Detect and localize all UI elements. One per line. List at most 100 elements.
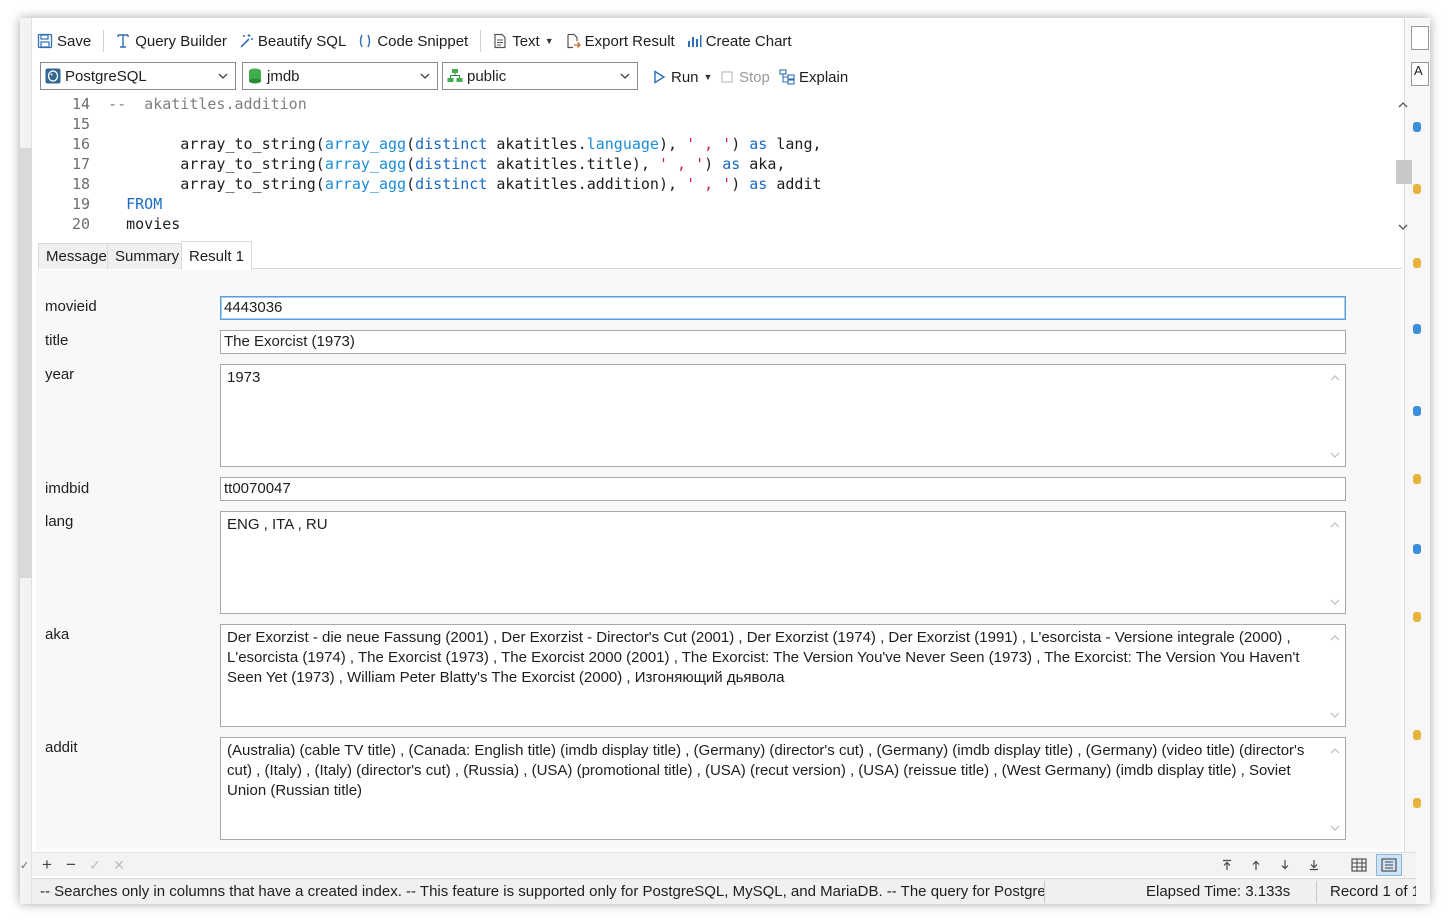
movieid-field[interactable]: 4443036 [220,296,1346,320]
last-record-icon[interactable] [1305,856,1323,874]
result-tabs: Message Summary Result 1 [38,241,1402,270]
code-line[interactable]: 15 [50,114,108,134]
stop-button[interactable]: Stop [714,64,774,90]
imdbid-field[interactable]: tt0070047 [220,477,1346,501]
text-output-button[interactable]: Text ▼ [487,28,557,54]
textarea-scrollbar[interactable] [1329,631,1341,721]
schema-icon [447,68,463,84]
code-token: array_agg [324,155,407,173]
play-icon [650,68,668,86]
magic-wand-icon [237,32,255,50]
title-field[interactable]: The Exorcist (1973) [220,330,1346,354]
code-snippet-button[interactable]: Code Snippet [352,28,472,54]
scroll-down-icon[interactable] [1397,222,1409,232]
previous-record-icon[interactable] [1247,856,1265,874]
code-token: -- akatitles.addition [108,95,307,113]
field-label-movieid: movieid [45,298,97,315]
side-item-icon[interactable] [1413,184,1421,194]
code-token: FROM [108,195,163,213]
side-item-icon[interactable] [1413,258,1421,268]
status-message: -- Searches only in columns that have a … [40,883,1044,900]
code-token: akatitles. [487,135,587,153]
create-chart-button[interactable]: Create Chart [681,28,796,54]
code-line[interactable]: 16 array_to_string(array_agg(distinct ak… [50,134,822,154]
code-token: ( [406,135,416,153]
side-item-icon[interactable] [1413,474,1421,484]
record-position: Record 1 of 1 [1330,883,1416,900]
side-item-icon[interactable] [1413,324,1421,334]
run-button[interactable]: Run ▼ [646,64,716,90]
code-token: distinct [415,155,488,173]
addit-field[interactable]: (Australia) (cable TV title) , (Canada: … [220,737,1346,840]
tab-summary[interactable]: Summary [107,243,188,269]
next-record-icon[interactable] [1276,856,1294,874]
code-line[interactable]: 14 -- akatitles.addition [50,94,307,114]
code-token: ) [704,155,723,173]
left-gutter: ✓ [20,18,32,904]
tab-message[interactable]: Message [38,243,115,269]
lang-field[interactable]: ENG , ITA , RU [220,511,1346,614]
side-item-icon[interactable] [1413,544,1421,554]
code-token: language [586,135,659,153]
textarea-scrollbar[interactable] [1329,371,1341,461]
add-record-icon[interactable]: + [38,855,56,874]
field-label-addit: addit [45,739,78,756]
code-line[interactable]: 19 FROM [50,194,162,214]
main-area: Save Query Builder Beautify SQL Code Sni [32,18,1416,904]
explain-button[interactable]: Explain [774,64,852,90]
side-item-icon[interactable] [1413,406,1421,416]
export-result-button[interactable]: Export Result [560,28,679,54]
save-button[interactable]: Save [32,28,95,54]
first-record-icon[interactable] [1218,856,1236,874]
code-token: ' , ' [686,175,732,193]
schema-select[interactable]: public [442,62,638,90]
dropdown-arrow-icon[interactable]: ▼ [545,36,554,46]
side-item-icon[interactable] [1413,122,1421,132]
grid-view-button[interactable] [1346,854,1372,876]
code-line[interactable]: 17 array_to_string(array_agg(distinct ak… [50,154,785,174]
beautify-sql-button[interactable]: Beautify SQL [233,28,350,54]
field-label-title: title [45,332,69,349]
field-label-aka: aka [45,626,70,643]
connection-select[interactable]: PostgreSQL [40,62,236,90]
code-token: ) [731,135,750,153]
chart-icon [685,32,703,50]
field-label-year: year [45,366,75,383]
side-panel-input[interactable]: A [1411,62,1429,86]
database-select[interactable]: jmdb [242,62,438,90]
code-token: distinct [415,135,488,153]
code-line[interactable]: 20 movies [50,214,180,234]
line-number: 20 [71,215,90,233]
code-token: ( [406,155,416,173]
side-panel-box[interactable] [1411,26,1429,50]
stop-icon [718,68,736,86]
side-item-icon[interactable] [1413,612,1421,622]
code-line[interactable]: 18 array_to_string(array_agg(distinct ak… [50,174,822,194]
textarea-scrollbar[interactable] [1329,744,1341,834]
left-splitter[interactable] [20,148,32,578]
apply-changes-icon[interactable]: ✓ [86,856,104,874]
tab-result-1[interactable]: Result 1 [181,241,253,270]
delete-record-icon[interactable]: − [62,855,80,874]
form-view-button[interactable] [1376,854,1402,876]
connection-toolbar: PostgreSQL jmdb public Run ▼ Stop Explai… [32,62,1404,92]
scroll-up-icon[interactable] [1397,100,1409,110]
code-token: distinct [415,175,488,193]
aka-field[interactable]: Der Exorzist - die neue Fassung (2001) ,… [220,624,1346,727]
export-icon [564,32,582,50]
year-field[interactable]: 1973 [220,364,1346,467]
side-item-icon[interactable] [1413,798,1421,808]
editor-scroll-thumb[interactable] [1396,160,1412,184]
dropdown-arrow-icon[interactable]: ▼ [704,72,713,82]
discard-changes-icon[interactable]: ✕ [110,856,128,874]
editor-scrollbar[interactable] [1394,98,1412,234]
line-number: 15 [71,115,90,133]
textarea-scrollbar[interactable] [1329,518,1341,608]
sql-editor[interactable]: 14 -- akatitles.addition 15 16 array_to_s… [50,94,1402,236]
query-builder-icon [114,32,132,50]
code-token: ( [406,175,416,193]
field-label-lang: lang [45,513,74,530]
side-item-icon[interactable] [1413,730,1421,740]
code-token: aka, [740,155,786,173]
query-builder-button[interactable]: Query Builder [110,28,231,54]
